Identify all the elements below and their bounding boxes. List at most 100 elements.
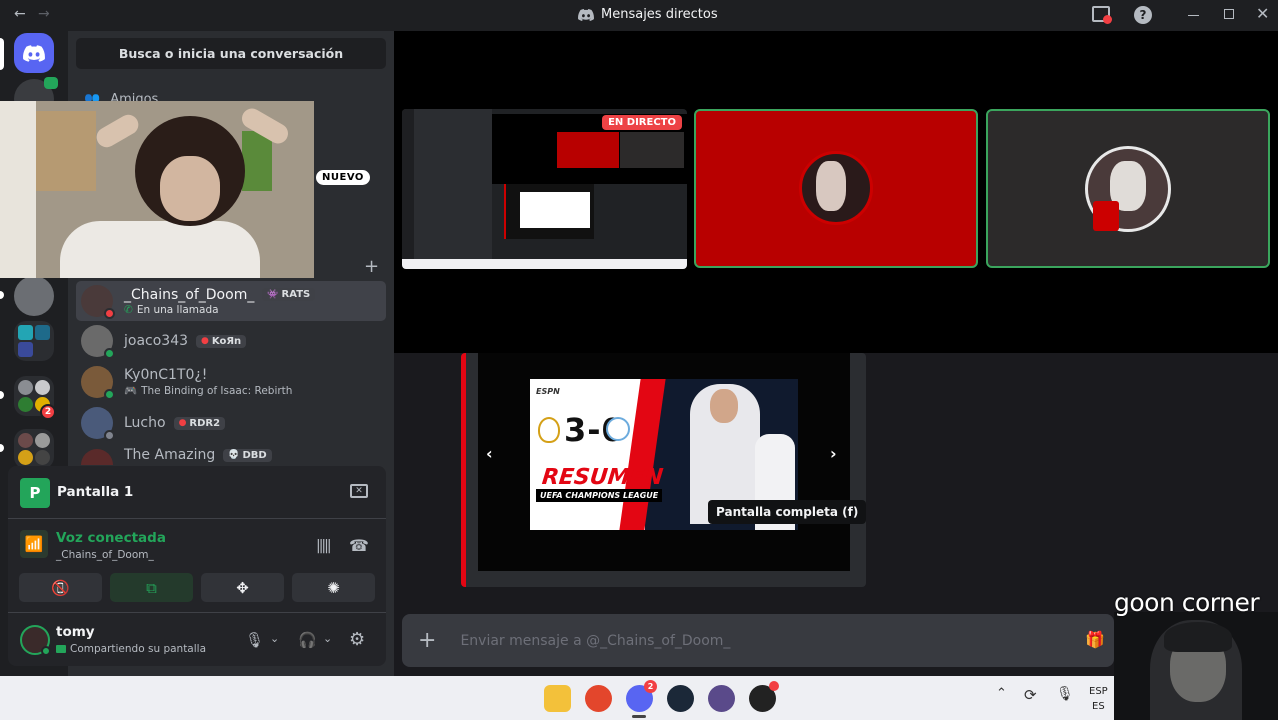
sync-icon[interactable]: ⟳ bbox=[1024, 686, 1037, 704]
disconnect-icon[interactable]: ☎ bbox=[349, 536, 369, 555]
chevron-up-icon[interactable]: ⌃ bbox=[996, 686, 1007, 701]
tag-label: RATS bbox=[281, 289, 311, 300]
avatar bbox=[81, 325, 115, 359]
screen-share-tile[interactable]: EN DIRECTO bbox=[402, 109, 687, 269]
headphones-icon[interactable]: 🎧 bbox=[298, 631, 317, 649]
status-online-icon bbox=[104, 389, 115, 400]
overlay-caption: goon corner bbox=[1114, 588, 1260, 617]
server-tag: ● RDR2 bbox=[173, 416, 226, 430]
tag-icon: 👾 bbox=[267, 289, 279, 300]
back-arrow-icon[interactable]: ← bbox=[14, 6, 26, 22]
dm-row[interactable]: joaco343 ● KoЯn bbox=[76, 321, 386, 361]
dm-status-text: En una llamada bbox=[136, 303, 219, 316]
dm-row[interactable]: Ky0nC1T0¿! 🎮 The Binding of Isaac: Rebirt… bbox=[76, 362, 386, 402]
discord-taskbar-icon[interactable]: 2 bbox=[626, 680, 657, 718]
signal-icon[interactable]: 📶 bbox=[20, 530, 48, 558]
thumbnail-title: RESUMEN bbox=[540, 465, 665, 490]
server-folder[interactable]: 2 bbox=[14, 376, 56, 420]
thumbnail-subtitle: UEFA CHAMPIONS LEAGUE bbox=[536, 489, 663, 502]
gift-icon[interactable]: 🎁 bbox=[1085, 630, 1105, 649]
microphone-tray-icon[interactable]: 🎙 bbox=[1056, 686, 1074, 702]
user-name[interactable]: tomy bbox=[56, 624, 95, 640]
screen-icon bbox=[56, 645, 66, 653]
unread-pill bbox=[0, 391, 4, 399]
tag-label: DBD bbox=[242, 449, 267, 461]
participant-tile-speaking[interactable] bbox=[986, 109, 1270, 268]
dm-name: Ky0nC1T0¿! bbox=[124, 367, 208, 383]
forward-arrow-icon[interactable]: → bbox=[38, 6, 50, 22]
language-indicator[interactable]: ESP ES bbox=[1089, 684, 1108, 714]
dm-status-text: The Binding of Isaac: Rebirth bbox=[141, 384, 293, 397]
window-title: Mensajes directos bbox=[578, 7, 718, 22]
chevron-down-icon[interactable]: ⌄ bbox=[270, 632, 279, 645]
gamepad-icon: 🎮 bbox=[124, 385, 138, 397]
camera-off-icon: 📵 bbox=[51, 578, 70, 597]
home-dm-button[interactable] bbox=[14, 33, 54, 73]
chat-app-icon[interactable] bbox=[708, 685, 735, 712]
phone-icon: ✆ bbox=[124, 303, 133, 316]
gear-icon[interactable]: ⚙ bbox=[349, 629, 365, 650]
notification-badge: 2 bbox=[644, 680, 657, 693]
server-folder[interactable] bbox=[14, 321, 54, 361]
close-icon[interactable]: ✕ bbox=[1256, 4, 1269, 23]
tag-icon: ● bbox=[178, 418, 187, 428]
soundboard-button[interactable]: ✺ bbox=[292, 573, 375, 602]
windows-start-icon[interactable] bbox=[504, 685, 531, 712]
camera-off-button[interactable]: 📵 bbox=[19, 573, 102, 602]
divider bbox=[8, 518, 386, 519]
stop-stream-icon[interactable]: ✕ bbox=[350, 484, 368, 498]
avatar bbox=[81, 407, 115, 441]
soundboard-icon: ✺ bbox=[327, 578, 340, 597]
avatar bbox=[81, 449, 113, 465]
discord-home-icon bbox=[23, 44, 45, 62]
lang-top: ESP bbox=[1089, 686, 1108, 697]
window-title-text: Mensajes directos bbox=[601, 7, 718, 22]
discord-window: ← → Mensajes directos ? ✕ 2 Busca o inic… bbox=[0, 0, 1278, 720]
inbox-icon[interactable] bbox=[1092, 6, 1112, 24]
search-input[interactable]: Busca o inicia una conversación bbox=[76, 38, 386, 69]
chevron-down-icon[interactable]: ⌄ bbox=[323, 632, 332, 645]
dm-name: _Chains_of_Doom_ bbox=[124, 286, 255, 303]
tag-icon: ● bbox=[201, 336, 209, 346]
tag-label: RDR2 bbox=[189, 417, 221, 429]
chevron-right-icon[interactable]: › bbox=[830, 444, 837, 463]
create-dm-plus-icon[interactable]: + bbox=[364, 256, 379, 277]
message-input[interactable]: + Enviar mensaje a @_Chains_of_Doom_ bbox=[402, 614, 1114, 667]
obs-icon[interactable] bbox=[749, 681, 779, 712]
minimize-icon[interactable] bbox=[1188, 15, 1199, 16]
chevron-left-icon[interactable]: ‹ bbox=[486, 444, 493, 463]
file-explorer-icon[interactable] bbox=[544, 685, 571, 712]
dm-name: Lucho bbox=[124, 415, 166, 431]
tag-icon: 💀 bbox=[228, 450, 240, 460]
user-avatar[interactable] bbox=[20, 625, 51, 656]
dm-row[interactable]: The Amazing 💀 DBD bbox=[76, 443, 386, 465]
participant-tile-speaking[interactable] bbox=[694, 109, 978, 268]
status-dnd-icon bbox=[104, 308, 115, 319]
server-tag: 💀 DBD bbox=[223, 448, 272, 462]
status-online-icon bbox=[104, 348, 115, 359]
steam-icon[interactable] bbox=[667, 685, 694, 712]
dm-row[interactable]: _Chains_of_Doom_ 👾 RATS ✆ En una llamada bbox=[76, 281, 386, 321]
add-attachment-icon[interactable]: + bbox=[418, 628, 436, 653]
title-bar: ← → Mensajes directos ? ✕ bbox=[0, 0, 1278, 31]
active-server-pill bbox=[0, 38, 4, 70]
firefox-icon[interactable] bbox=[585, 685, 612, 712]
lang-bottom: ES bbox=[1092, 701, 1105, 712]
server-icon[interactable] bbox=[14, 276, 54, 316]
fullscreen-tooltip: Pantalla completa (f) bbox=[708, 500, 867, 524]
facecam-overlay bbox=[1114, 612, 1278, 720]
noise-suppression-icon[interactable]: ||||| bbox=[316, 538, 332, 554]
activities-button[interactable]: ✥ bbox=[201, 573, 284, 602]
voice-connected-label[interactable]: Voz conectada bbox=[56, 530, 166, 546]
server-folder[interactable] bbox=[14, 429, 54, 469]
status-idle-icon bbox=[104, 430, 115, 441]
dm-row[interactable]: Lucho ● RDR2 bbox=[76, 403, 386, 443]
microphone-icon[interactable]: 🎙 bbox=[245, 631, 264, 649]
unread-pill bbox=[0, 291, 4, 299]
unread-pill bbox=[0, 444, 4, 452]
user-status-text: Compartiendo su pantalla bbox=[70, 643, 207, 655]
maximize-icon[interactable] bbox=[1224, 9, 1234, 19]
message-placeholder: Enviar mensaje a @_Chains_of_Doom_ bbox=[460, 632, 731, 649]
help-icon[interactable]: ? bbox=[1134, 6, 1152, 24]
screen-share-button[interactable]: ⧉ bbox=[110, 573, 193, 602]
